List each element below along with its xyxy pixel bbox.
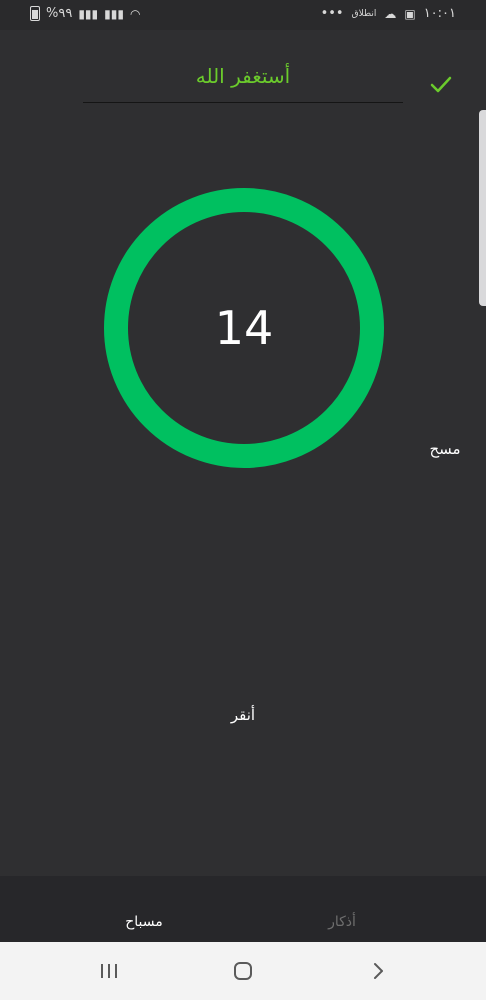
recents-button[interactable] (89, 956, 129, 986)
bottom-tab-bar: مسباح أذكار (0, 876, 486, 942)
confirm-button[interactable] (426, 70, 456, 100)
tab-misbah[interactable]: مسباح (104, 914, 184, 930)
recents-icon (101, 964, 117, 978)
status-bar: %٩٩ ▮▮▮ ▮▮▮ ◠ ••• انطلاق ☁ ▣ ١٠:٠١ (0, 0, 486, 30)
check-icon (430, 76, 452, 93)
dhikr-title-field[interactable]: أستغفر الله (83, 52, 403, 103)
status-left: %٩٩ ▮▮▮ ▮▮▮ ◠ (30, 6, 140, 21)
chevron-right-icon (374, 963, 383, 979)
clear-button[interactable]: مسح (420, 440, 470, 458)
more-notifications-icon: ••• (320, 6, 344, 21)
counter-value: 14 (214, 301, 274, 355)
back-button[interactable] (359, 956, 399, 986)
wifi-icon: ◠ (129, 6, 141, 21)
system-nav-bar (0, 942, 486, 1000)
image-icon: ▣ (404, 6, 416, 21)
battery-level: %٩٩ (46, 6, 73, 21)
counter-ring[interactable]: 14 (104, 188, 384, 468)
cloud-icon: ☁ (384, 6, 397, 21)
home-button[interactable] (223, 956, 263, 986)
clock: ١٠:٠١ (423, 6, 456, 21)
edge-panel-handle[interactable] (479, 110, 486, 306)
signal-icon: ▮▮▮ (78, 6, 99, 21)
network-label: انطلاق (351, 8, 377, 19)
home-icon (234, 962, 252, 980)
tap-button[interactable]: أنقر (213, 706, 273, 724)
signal-icon-2: ▮▮▮ (104, 6, 124, 21)
dhikr-title: أستغفر الله (195, 64, 291, 88)
status-right: ••• انطلاق ☁ ▣ ١٠:٠١ (321, 6, 456, 21)
battery-icon (30, 6, 40, 21)
tab-azkar[interactable]: أذكار (302, 914, 382, 930)
